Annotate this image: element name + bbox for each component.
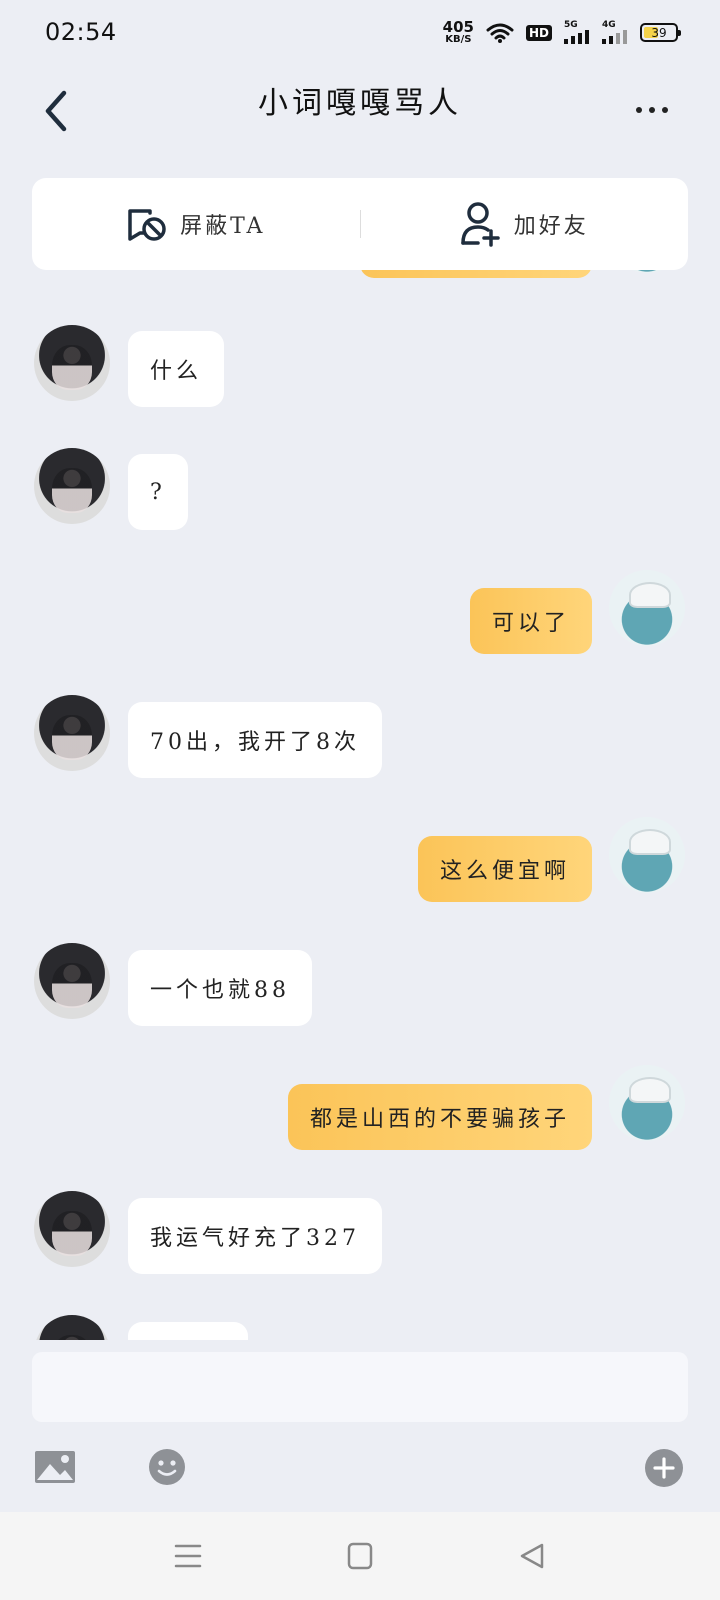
menu-icon (174, 1544, 202, 1568)
network-speed-value: 405 (442, 18, 474, 36)
avatar[interactable] (609, 570, 685, 646)
emoji-icon (149, 1449, 185, 1485)
status-bar: 02:54 405 KB/S HD 5G 4G 39 (0, 0, 720, 66)
home-square-icon (347, 1542, 373, 1570)
image-button[interactable] (34, 1450, 76, 1484)
signal-5g-label: 5G (564, 20, 578, 30)
add-friend-label: 加好友 (513, 214, 589, 239)
plus-button[interactable] (644, 1448, 684, 1488)
message-bubble[interactable]: 一个也就88 (128, 950, 312, 1026)
action-card: 屏蔽TA 加好友 (32, 178, 688, 270)
menu-button[interactable] (168, 1540, 208, 1572)
signal-4g: 4G (602, 21, 628, 44)
message-list[interactable]: 什么 ? 可以了 70出，我开了8次 这么便宜啊 一个也就88 都是山西的不要骗… (0, 255, 720, 1340)
wifi-icon (486, 23, 514, 43)
avatar[interactable] (34, 1191, 110, 1267)
message-bubble[interactable]: 可以了 (469, 588, 592, 654)
message-bubble[interactable]: 我运气好充了327 (128, 1198, 382, 1274)
status-icons: 405 KB/S HD 5G 4G 39 (443, 20, 681, 45)
home-button[interactable] (340, 1540, 380, 1572)
message-bubble[interactable]: 这么便宜啊 (417, 836, 592, 902)
more-options-button[interactable] (636, 100, 676, 120)
message-bubble[interactable]: 70出，我开了8次 (128, 702, 382, 778)
signal-bars-icon (564, 30, 589, 44)
plus-icon (645, 1449, 683, 1487)
hd-badge: HD (525, 24, 552, 41)
system-nav-bar (0, 1512, 720, 1600)
message-bubble-partial (128, 1322, 248, 1340)
avatar[interactable] (34, 943, 110, 1019)
battery-level: 39 (651, 25, 667, 40)
message-bubble[interactable]: ? (128, 454, 188, 530)
chat-header: 小词嘎嘎骂人 (0, 66, 720, 156)
more-dots-icon (636, 107, 668, 113)
back-triangle-icon (520, 1543, 544, 1569)
avatar[interactable] (34, 448, 110, 524)
message-bubble[interactable]: 什么 (128, 331, 225, 407)
signal-4g-label: 4G (602, 20, 616, 30)
emoji-button[interactable] (148, 1448, 186, 1486)
avatar[interactable] (34, 695, 110, 771)
network-speed-unit: KB/S (445, 34, 472, 45)
back-nav-button[interactable] (512, 1540, 552, 1572)
signal-5g: 5G (564, 21, 590, 44)
block-button[interactable]: 屏蔽TA (32, 178, 360, 270)
avatar[interactable] (609, 1065, 685, 1141)
image-icon (35, 1451, 75, 1483)
avatar[interactable] (34, 1315, 110, 1340)
network-speed: 405 KB/S (443, 20, 474, 45)
block-label: 屏蔽TA (180, 214, 266, 239)
message-bubble[interactable]: 都是山西的不要骗孩子 (287, 1084, 592, 1150)
block-user-icon (128, 209, 166, 241)
status-time: 02:54 (45, 18, 117, 46)
message-input[interactable] (32, 1352, 688, 1422)
avatar[interactable] (609, 817, 685, 893)
page-title: 小词嘎嘎骂人 (258, 86, 462, 121)
battery-icon: 39 (640, 23, 681, 42)
signal-bars-icon (602, 30, 627, 44)
add-friend-button[interactable]: 加好友 (361, 178, 689, 270)
add-friend-icon (460, 202, 500, 247)
avatar[interactable] (34, 325, 110, 401)
